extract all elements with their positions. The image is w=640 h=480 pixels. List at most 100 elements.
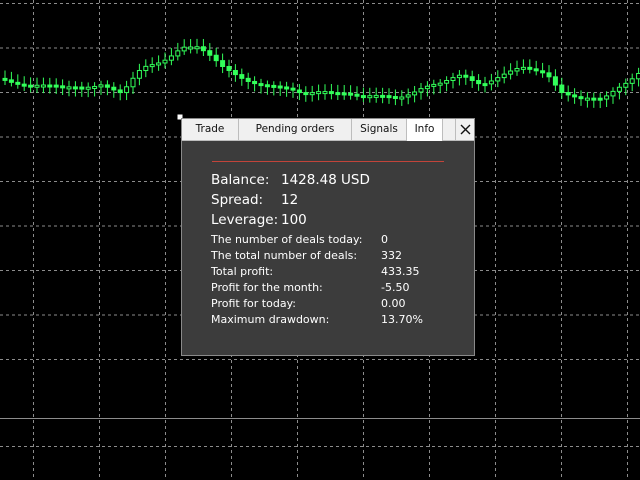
candle-body: [354, 93, 360, 97]
candle-body: [629, 78, 635, 84]
candle-body: [2, 77, 8, 81]
candle-body: [213, 54, 219, 62]
candle-body: [418, 88, 424, 93]
tab-signals[interactable]: Signals: [352, 119, 407, 140]
candle-body: [143, 65, 149, 72]
deals-today-label: The number of deals today:: [211, 233, 363, 246]
account-info-panel: Trade Pending orders Signals Info Balanc…: [181, 118, 475, 356]
candle-body: [60, 85, 66, 89]
candle-body: [533, 68, 539, 72]
candle-body: [623, 82, 629, 88]
candle-body: [572, 94, 578, 98]
candle-body: [636, 72, 640, 80]
candle-body: [28, 84, 34, 88]
candle-body: [149, 64, 155, 68]
candle-body: [162, 59, 168, 64]
candle-body: [104, 84, 110, 88]
balance-value: 1428.48: [281, 172, 337, 188]
profit-today-label: Profit for today:: [211, 297, 296, 310]
candle-body: [98, 84, 104, 88]
candle-body: [117, 89, 123, 94]
candle-body: [367, 95, 373, 99]
max-drawdown-value: 13.70%: [381, 313, 423, 326]
deals-today-value: 0: [381, 233, 388, 246]
candle-body: [264, 84, 270, 88]
candle-body: [616, 86, 622, 92]
candle-body: [79, 86, 85, 90]
candle-body: [405, 94, 411, 98]
candle-body: [495, 77, 501, 82]
spread-label: Spread:: [211, 192, 264, 208]
candle-body: [181, 46, 187, 52]
profit-today-value: 0.00: [381, 297, 406, 310]
candle-body: [290, 87, 296, 91]
candle-body: [309, 92, 315, 96]
candle-body: [335, 92, 341, 96]
candle-body: [341, 92, 347, 96]
candle-body: [15, 81, 21, 85]
candle-body: [303, 92, 309, 96]
tab-trade[interactable]: Trade: [182, 119, 239, 140]
candle-body: [444, 79, 450, 84]
candle-body: [322, 91, 328, 95]
candle-body: [47, 84, 53, 88]
candle-body: [66, 86, 72, 90]
candle-body: [188, 46, 194, 50]
candle-body: [239, 74, 245, 79]
candle-body: [591, 97, 597, 101]
profit-month-label: Profit for the month:: [211, 281, 323, 294]
candle-body: [175, 50, 181, 57]
candle-body: [226, 65, 232, 72]
candle-body: [386, 95, 392, 99]
candle-body: [424, 85, 430, 90]
candle-body: [578, 96, 584, 100]
candle-body: [469, 76, 475, 81]
candle-body: [200, 46, 206, 52]
candle-body: [450, 77, 456, 81]
tab-pending-orders[interactable]: Pending orders: [239, 119, 352, 140]
total-profit-value: 433.35: [381, 265, 420, 278]
candle-body: [220, 60, 226, 67]
candle-body: [360, 95, 366, 99]
candle-body: [296, 89, 302, 94]
spread-value: 12: [281, 192, 299, 208]
candle-body: [540, 70, 546, 74]
separator-line: [212, 161, 444, 162]
candle-body: [514, 68, 520, 72]
candle-body: [136, 70, 142, 79]
leverage-value: 100: [281, 212, 307, 228]
candle-body: [565, 92, 571, 96]
candle-body: [34, 84, 40, 88]
candle-body: [520, 66, 526, 70]
tab-info[interactable]: Info: [407, 119, 443, 141]
balance-label: Balance:: [211, 172, 270, 188]
candle-body: [124, 86, 130, 94]
leverage-label: Leverage:: [211, 212, 279, 228]
candle-body: [252, 80, 258, 85]
candle-body: [610, 90, 616, 97]
candle-body: [130, 77, 136, 88]
candle-body: [456, 74, 462, 79]
candle-body: [232, 70, 238, 76]
candle-body: [501, 73, 507, 79]
candle-body: [399, 96, 405, 100]
close-button[interactable]: [455, 119, 474, 140]
candle-body: [463, 74, 469, 78]
candle-body: [437, 82, 443, 86]
candle-body: [207, 50, 213, 56]
candle-body: [373, 94, 379, 98]
total-deals-value: 332: [381, 249, 402, 262]
candle-body: [271, 84, 277, 88]
candle-body: [111, 86, 117, 91]
candle-body: [508, 70, 514, 75]
candle-body: [488, 80, 494, 85]
candle-body: [552, 76, 558, 86]
candle-body: [53, 84, 59, 88]
candle-body: [168, 55, 174, 61]
candle-body: [72, 86, 78, 90]
candle-body: [156, 62, 162, 66]
candle-body: [392, 96, 398, 100]
max-drawdown-label: Maximum drawdown:: [211, 313, 330, 326]
candle-body: [316, 91, 322, 95]
candle-body: [546, 72, 552, 78]
